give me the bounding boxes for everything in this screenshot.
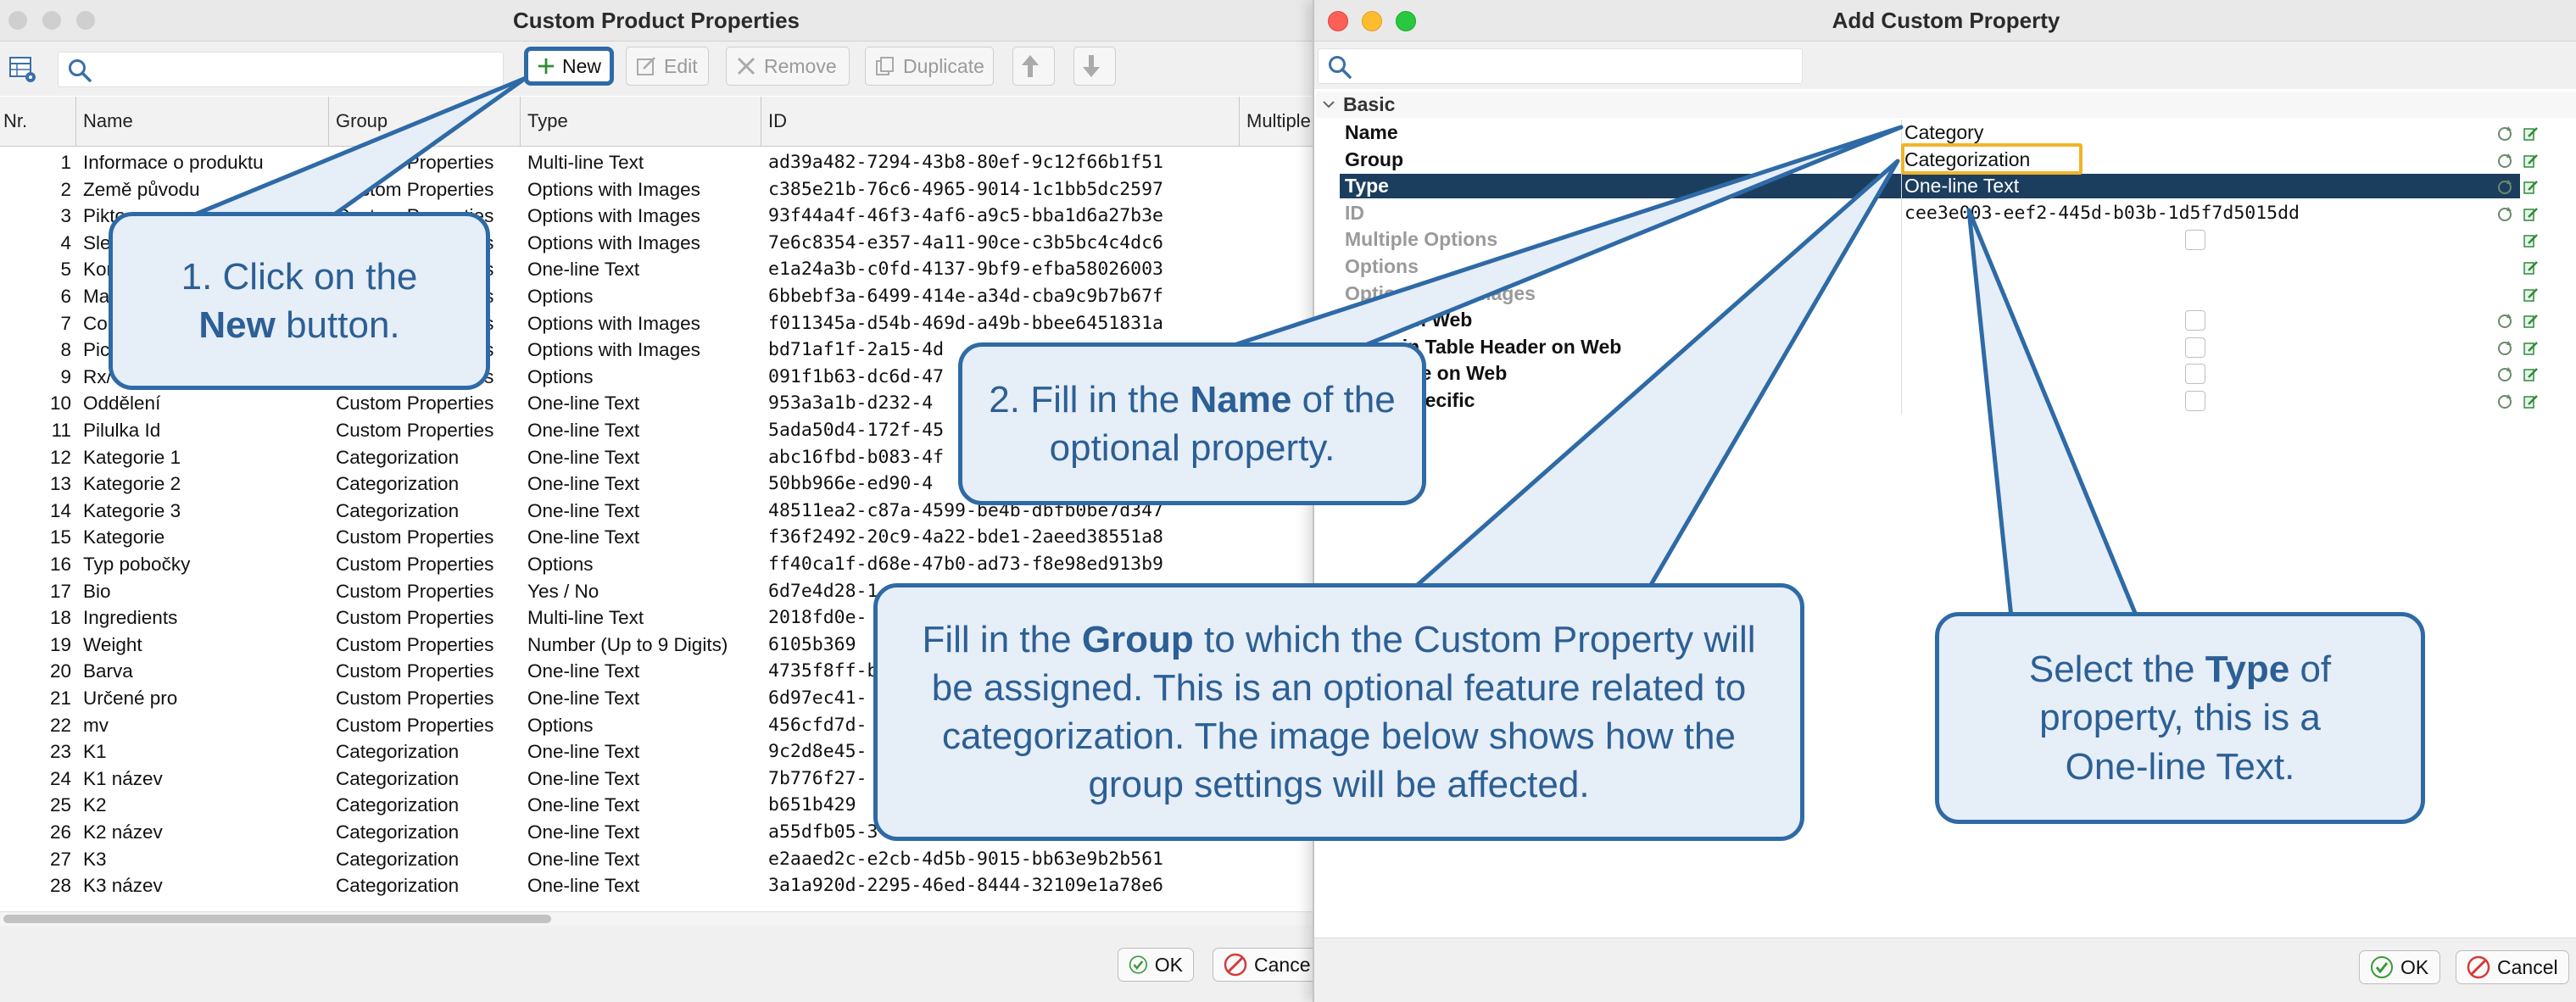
type-callout: Select the Type of property, this is a O… — [1935, 612, 2425, 824]
type-prefix: Select the — [2028, 649, 2195, 691]
step2-bold: Name — [1190, 378, 1292, 420]
group-bold: Group — [1081, 618, 1194, 660]
group-callout: Fill in the Group to which the Custom Pr… — [873, 583, 1804, 841]
type-bold: Type — [2205, 649, 2290, 691]
step2-callout: 2. Fill in the Name of the optional prop… — [958, 342, 1426, 505]
step1-pointer — [194, 75, 528, 220]
group-text: Fill in the Group to which the Custom Pr… — [915, 615, 1763, 810]
type-text: Select the Type of property, this is a O… — [1993, 645, 2367, 791]
step1-suffix: button. — [286, 304, 400, 346]
step1-text: 1. Click on the New button. — [181, 253, 418, 349]
step1-bold: New — [198, 304, 276, 346]
step1-callout: 1. Click on the New button. — [109, 212, 490, 390]
step2-text: 2. Fill in the Name of the optional prop… — [980, 376, 1404, 472]
group-prefix: Fill in the — [922, 618, 1072, 660]
step1-prefix: 1. Click on the — [181, 255, 418, 298]
step2-prefix: 2. Fill in the — [989, 378, 1180, 420]
type-pointer — [1966, 208, 2139, 620]
